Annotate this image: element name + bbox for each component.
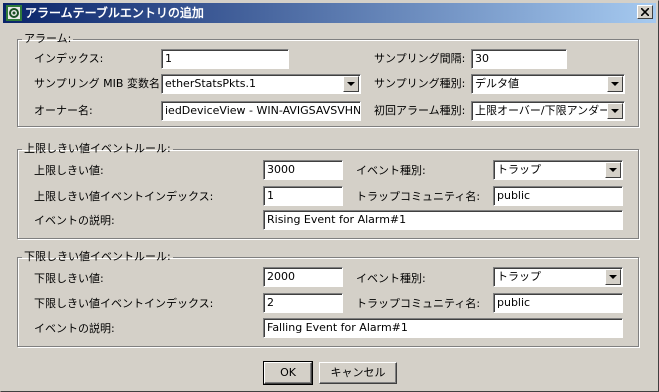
falling-event-type-dropdown-button[interactable] <box>605 269 621 285</box>
falling-community-label: トラップコミュニティ名: <box>356 297 481 310</box>
window-title: アラームテーブルエントリの追加 <box>25 6 204 20</box>
close-button[interactable] <box>637 5 653 19</box>
rising-threshold-label: 上限しきい値: <box>34 164 104 177</box>
rising-legend: 上限しきい値イベントルール: <box>24 142 171 155</box>
startup-value: 上限オーバー/下限アンダー <box>475 104 609 117</box>
chevron-down-icon <box>609 275 617 279</box>
rising-event-type-label: イベント種別: <box>356 164 426 177</box>
falling-event-index-field[interactable]: 2 <box>263 293 343 313</box>
owner-field[interactable]: iedDeviceView - WIN-AVIGSAVSVHN <box>161 101 361 121</box>
falling-event-index-label: 下限しきい値イベントインデックス: <box>34 297 214 310</box>
sample-type-label: サンプリング種別: <box>374 77 466 90</box>
dialog-window: アラームテーブルエントリの追加 アラーム: インデックス: 1 サンプリング間隔… <box>0 0 659 392</box>
index-label: インデックス: <box>34 52 104 65</box>
sample-type-dropdown-button[interactable] <box>607 76 623 92</box>
title-bar[interactable]: アラームテーブルエントリの追加 <box>3 3 656 23</box>
chevron-down-icon <box>611 82 619 86</box>
rising-description-label: イベントの説明: <box>34 214 115 227</box>
owner-label: オーナー名: <box>34 104 93 117</box>
rising-event-type-value: トラップ <box>497 163 541 176</box>
falling-legend: 下限しきい値イベントルール: <box>24 250 171 263</box>
variable-dropdown-button[interactable] <box>343 76 359 92</box>
interval-field[interactable]: 30 <box>471 49 567 69</box>
chevron-down-icon <box>347 82 355 86</box>
interval-label: サンプリング間隔: <box>374 52 466 65</box>
variable-combobox[interactable]: etherStatsPkts.1 <box>161 74 361 94</box>
startup-dropdown-button[interactable] <box>607 103 623 119</box>
ok-button[interactable]: OK <box>263 361 313 385</box>
rising-threshold-field[interactable]: 3000 <box>263 160 343 180</box>
rising-event-type-combobox[interactable]: トラップ <box>493 160 623 180</box>
sample-type-value: デルタ値 <box>475 77 519 90</box>
close-icon <box>641 8 649 16</box>
falling-description-label: イベントの説明: <box>34 322 115 335</box>
variable-label: サンプリング MIB 変数名: <box>34 77 164 90</box>
rising-description-field[interactable]: Rising Event for Alarm#1 <box>263 210 623 230</box>
sample-type-combobox[interactable]: デルタ値 <box>471 74 625 94</box>
startup-combobox[interactable]: 上限オーバー/下限アンダー <box>471 101 625 121</box>
falling-threshold-field[interactable]: 2000 <box>263 267 343 287</box>
startup-label: 初回アラーム種別: <box>374 104 466 117</box>
falling-event-type-value: トラップ <box>497 270 541 283</box>
cancel-button[interactable]: キャンセル <box>319 362 397 384</box>
chevron-down-icon <box>611 109 619 113</box>
falling-threshold-label: 下限しきい値: <box>34 272 104 285</box>
falling-description-field[interactable]: Falling Event for Alarm#1 <box>263 318 623 338</box>
rising-community-label: トラップコミュニティ名: <box>356 190 481 203</box>
alarm-legend: アラーム: <box>24 32 72 45</box>
rising-event-index-field[interactable]: 1 <box>263 186 343 206</box>
falling-event-type-label: イベント種別: <box>356 272 426 285</box>
falling-event-type-combobox[interactable]: トラップ <box>493 267 623 287</box>
index-field[interactable]: 1 <box>161 49 289 69</box>
falling-community-field[interactable]: public <box>493 293 623 313</box>
variable-value: etherStatsPkts.1 <box>165 77 256 90</box>
network-device-icon <box>6 5 22 21</box>
chevron-down-icon <box>609 168 617 172</box>
rising-event-index-label: 上限しきい値イベントインデックス: <box>34 190 214 203</box>
rising-event-type-dropdown-button[interactable] <box>605 162 621 178</box>
rising-community-field[interactable]: public <box>493 186 623 206</box>
